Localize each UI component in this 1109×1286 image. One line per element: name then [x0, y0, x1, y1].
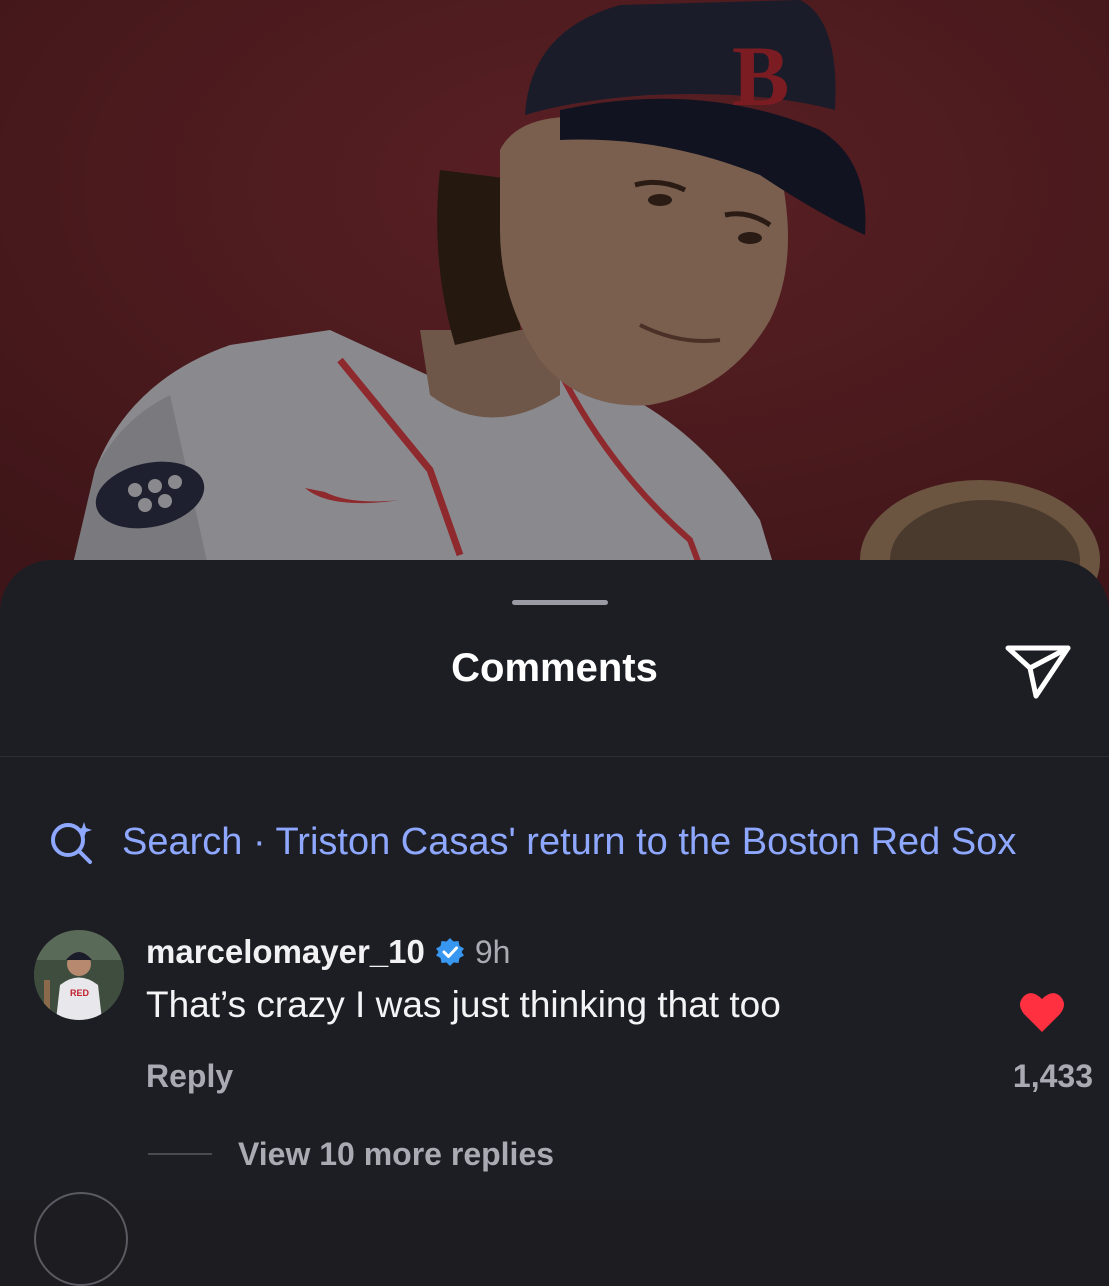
drag-handle[interactable] [512, 600, 608, 605]
sheet-title: Comments [451, 646, 658, 690]
header-divider [0, 756, 1109, 757]
like-button[interactable] [1018, 990, 1066, 1034]
player-photo: B [0, 0, 1109, 620]
verified-badge-icon [435, 937, 465, 967]
comment-text: That’s crazy I was just thinking that to… [146, 984, 781, 1025]
share-button[interactable] [1000, 640, 1072, 700]
send-icon [1005, 645, 1071, 699]
comments-sheet: Comments Search · Triston Casas' return … [0, 560, 1109, 1200]
post-photo: B [0, 0, 1109, 620]
comment-item: RED marcelomayer_10 9h That’s crazy I wa… [0, 922, 1109, 1172]
search-suggestion[interactable]: Search · Triston Casas' return to the Bo… [48, 812, 1109, 872]
comment-time: 9h [474, 933, 511, 970]
search-suggestion-text: Search · Triston Casas' return to the Bo… [122, 821, 1017, 863]
view-replies-button[interactable]: View 10 more replies [148, 1126, 554, 1182]
reply-button[interactable]: Reply [146, 1048, 233, 1104]
avatar[interactable]: RED [34, 930, 124, 1020]
view-replies-label: View 10 more replies [238, 1135, 555, 1172]
next-comment-avatar[interactable] [34, 1192, 128, 1286]
like-count: 1,433 [1012, 1058, 1093, 1094]
comment-meta: marcelomayer_10 9h [146, 928, 510, 976]
svg-text:B: B [732, 28, 789, 124]
search-sparkle-icon [51, 822, 92, 864]
comment-username[interactable]: marcelomayer_10 [146, 933, 425, 971]
svg-text:RED: RED [70, 988, 90, 998]
heart-filled-icon [1020, 993, 1064, 1032]
replies-line [148, 1153, 212, 1155]
